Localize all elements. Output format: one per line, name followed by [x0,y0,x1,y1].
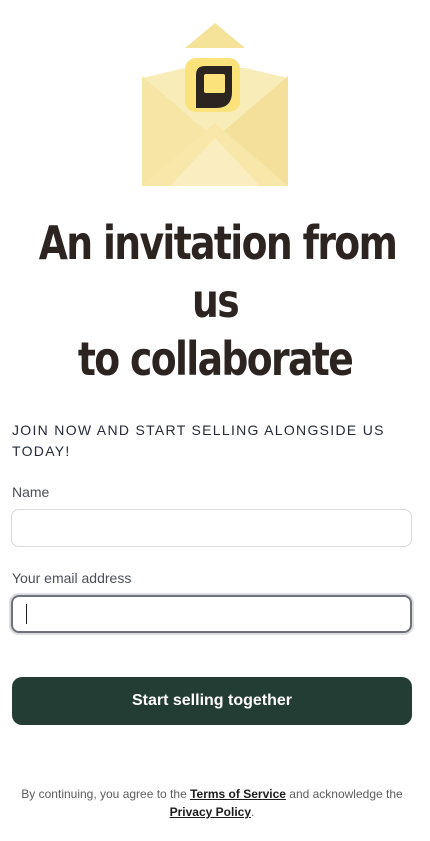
text-caret [26,604,27,624]
name-label: Name [12,484,50,500]
page-title: An invitation from us to collaborate [0,214,430,388]
terms-of-service-link[interactable]: Terms of Service [190,787,286,801]
envelope-with-logo-icon [142,23,288,186]
email-label: Your email address [12,570,132,586]
legal-suffix: . [251,805,255,819]
title-line-3: to collaborate [77,332,354,386]
legal-prefix: By continuing, you agree to the [21,787,187,801]
hero-illustration [0,0,430,200]
subheading: JOIN NOW AND START SELLING ALONGSIDE US … [12,422,385,459]
title-line-1: An invitation from [38,216,398,270]
legal-notice: By continuing, you agree to the Terms of… [0,785,424,821]
title-line-2: us [191,274,240,328]
start-selling-button[interactable]: Start selling together [12,677,412,725]
legal-middle: and acknowledge the [289,787,403,801]
privacy-policy-link[interactable]: Privacy Policy [170,805,251,819]
email-field[interactable] [11,595,412,633]
name-field[interactable] [11,509,412,547]
